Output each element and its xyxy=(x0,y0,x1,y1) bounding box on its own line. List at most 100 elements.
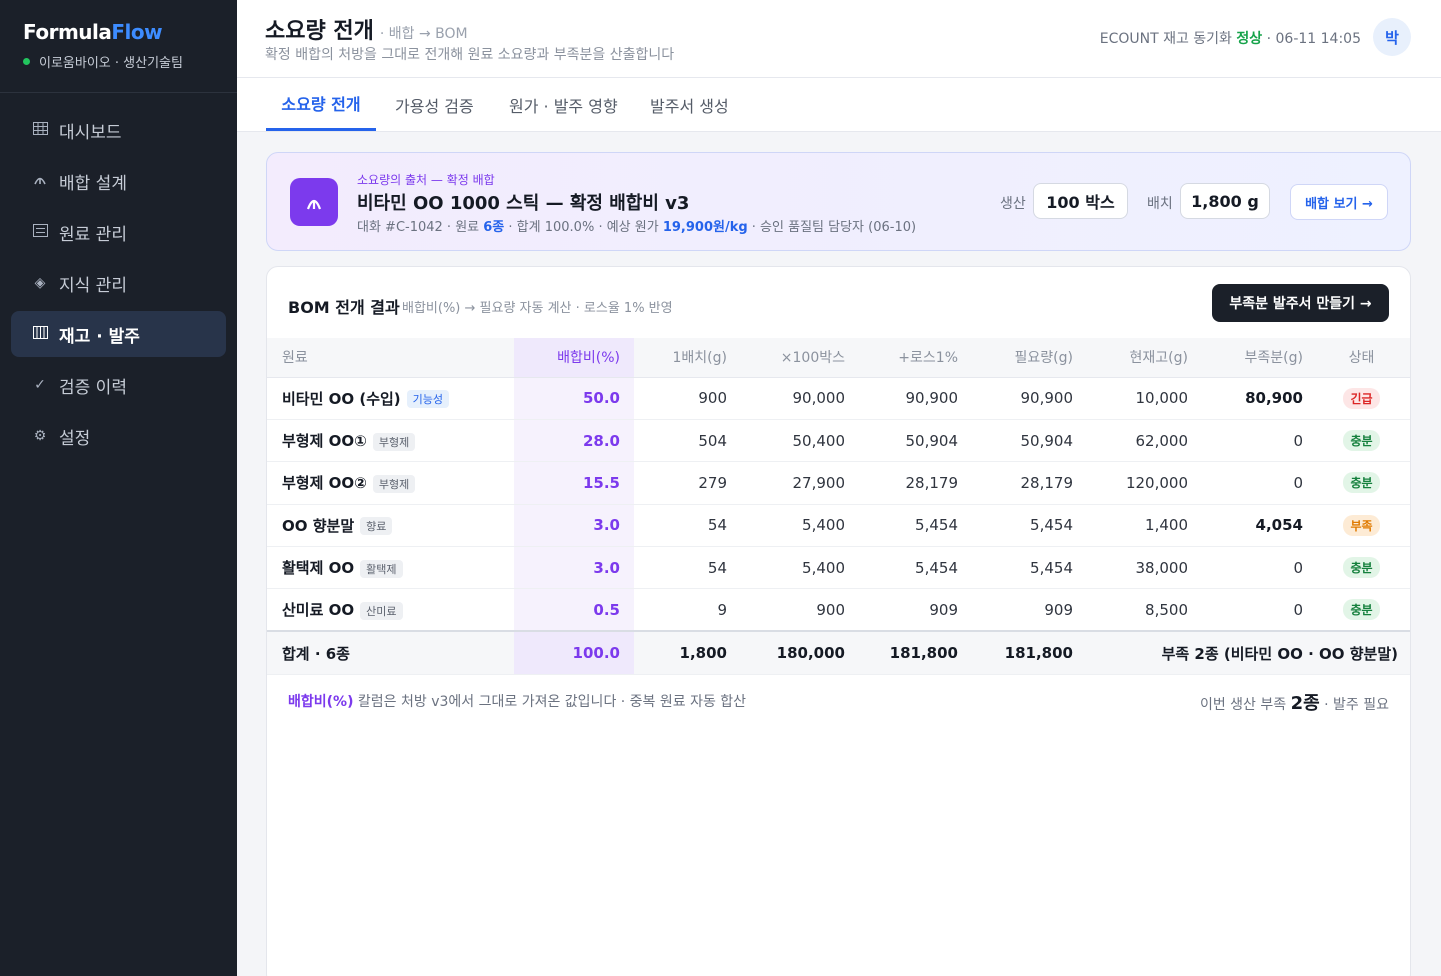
shortage-cell: 0 xyxy=(1196,461,1311,505)
list-icon xyxy=(29,223,51,241)
x100-cell: 27,900 xyxy=(735,461,853,505)
column-header-x100[interactable]: ×100박스 xyxy=(735,338,853,378)
sidebar-item-materials[interactable]: 원료 관리 xyxy=(11,209,226,255)
need-cell: 50,904 xyxy=(966,419,1081,463)
sidebar-item-formula-design[interactable]: 배합 설계 xyxy=(11,158,226,204)
page-title: 소요량 전개 xyxy=(265,19,374,44)
loss-cell: 909 xyxy=(853,588,966,632)
view-formula-button[interactable]: 배합 보기 → xyxy=(1290,184,1388,220)
status-cell: 충분 xyxy=(1311,588,1410,632)
material-category-tag: 기능성 xyxy=(406,390,450,409)
page-header: 소요량 전개 · 배합 → BOM 확정 배합의 처방을 그대로 전개해 원료 … xyxy=(237,0,1441,78)
sidebar-item-label: 재고 · 발주 xyxy=(59,326,140,347)
table-row[interactable]: 비타민 OO (수입) 기능성 50.0 900 90,000 90,900 90,900 1… xyxy=(267,377,1410,420)
table-row[interactable]: 부형제 OO① 부형제 28.0 504 50,400 50,904 50,904 62,00… xyxy=(267,419,1410,463)
ratio-cell: 0.5 xyxy=(514,588,634,632)
sync-status: ECOUNT 재고 동기화 정상 · 06-11 14:05 xyxy=(1099,31,1361,47)
need-cell: 5,454 xyxy=(966,504,1081,548)
status-badge: 충분 xyxy=(1343,430,1380,452)
batch-size-field[interactable]: 1,800 g xyxy=(1180,183,1270,219)
material-name: 활택제 OO xyxy=(282,559,355,578)
sidebar-item-dashboard[interactable]: 대시보드 xyxy=(11,107,226,153)
barcode-icon xyxy=(29,325,51,343)
table-row[interactable]: 부형제 OO② 부형제 15.5 279 27,900 28,179 28,179 120,0… xyxy=(267,461,1410,505)
diamond-icon: ◈ xyxy=(34,275,46,291)
column-header-shortage[interactable]: 부족분(g) xyxy=(1196,338,1311,378)
sidebar-item-label: 대시보드 xyxy=(59,122,122,143)
material-cell: 비타민 OO (수입) 기능성 xyxy=(267,377,514,420)
shortage-cell: 0 xyxy=(1196,546,1311,590)
loss-cell: 50,904 xyxy=(853,419,966,463)
column-header-ratio[interactable]: 배합비(%) xyxy=(514,338,634,378)
column-header-batch[interactable]: 1배치(g) xyxy=(634,338,735,378)
batch-cell: 504 xyxy=(634,419,735,463)
sidebar-item-label: 원료 관리 xyxy=(59,224,127,245)
tab-requirement-explosion[interactable]: 소요량 전개 xyxy=(266,78,376,131)
shortage-summary: 이번 생산 부족 2종 · 발주 필요 xyxy=(1199,693,1389,714)
total-batch: 1,800 xyxy=(634,630,735,675)
create-shortage-po-button[interactable]: 부족분 발주서 만들기 → xyxy=(1212,284,1389,322)
gear-icon: ⚙ xyxy=(33,428,47,444)
total-ratio: 100.0 xyxy=(514,630,634,675)
sidebar: FormulaFlow 이로움바이오 · 생산기술팀 대시보드 배합 설계 원료… xyxy=(0,0,237,976)
tab-cost-order-impact[interactable]: 원가 · 발주 영향 xyxy=(509,78,618,131)
table-row[interactable]: OO 향분말 향료 3.0 54 5,400 5,454 5,454 1,400 4,054 부족 xyxy=(267,504,1410,548)
sidebar-item-knowledge[interactable]: ◈ 지식 관리 xyxy=(11,260,226,306)
column-header-stock[interactable]: 현재고(g) xyxy=(1081,338,1196,378)
sidebar-item-verification-history[interactable]: ✓ 검증 이력 xyxy=(11,362,226,408)
batch-cell: 54 xyxy=(634,504,735,548)
loss-cell: 28,179 xyxy=(853,461,966,505)
status-badge: 충분 xyxy=(1343,599,1380,621)
brand: FormulaFlow 이로움바이오 · 생산기술팀 xyxy=(0,0,237,93)
status-cell: 부족 xyxy=(1311,504,1410,548)
status-cell: 충분 xyxy=(1311,461,1410,505)
column-header-material[interactable]: 원료 xyxy=(267,338,514,378)
stock-cell: 62,000 xyxy=(1081,419,1196,463)
material-category-tag: 부형제 xyxy=(372,432,416,451)
sidebar-item-inventory-order[interactable]: 재고 · 발주 xyxy=(11,311,226,357)
formula-source-panel: 소요량의 출처 — 확정 배합 비타민 OO 1000 스틱 — 확정 배합비 … xyxy=(266,152,1411,251)
sidebar-nav: 대시보드 배합 설계 원료 관리 ◈ 지식 관리 재고 · 발주 ✓ 검증 이력… xyxy=(0,93,237,459)
need-cell: 909 xyxy=(966,588,1081,632)
table-row[interactable]: 산미료 OO 산미료 0.5 9 900 909 909 8,500 0 충분 xyxy=(267,588,1410,632)
table-total-row: 합계 · 6종 100.0 1,800 180,000 181,800 181,… xyxy=(267,630,1410,675)
ratio-cell: 3.0 xyxy=(514,504,634,548)
avatar[interactable]: 박 xyxy=(1373,18,1411,56)
ratio-cell: 15.5 xyxy=(514,461,634,505)
bom-table: 원료 배합비(%) 1배치(g) ×100박스 +로스1% 필요량(g) 현재고… xyxy=(267,338,1410,675)
shortage-cell: 80,900 xyxy=(1196,377,1311,420)
tab-po-generation[interactable]: 발주서 생성 xyxy=(650,78,729,131)
column-header-status[interactable]: 상태 xyxy=(1311,338,1410,378)
material-category-tag: 향료 xyxy=(360,517,393,536)
ratio-cell: 50.0 xyxy=(514,377,634,420)
production-quantity-field[interactable]: 100 박스 xyxy=(1033,183,1128,219)
check-icon: ✓ xyxy=(34,377,46,393)
online-status-dot xyxy=(23,58,30,65)
material-name: 산미료 OO xyxy=(282,601,355,620)
bom-subtitle: 배합비(%) → 필요량 자동 계산 · 로스율 1% 반영 xyxy=(402,301,673,316)
material-category-tag: 활택제 xyxy=(360,559,403,578)
x100-cell: 5,400 xyxy=(735,504,853,548)
production-label: 생산 xyxy=(1000,196,1026,212)
loss-cell: 5,454 xyxy=(853,504,966,548)
app-logo[interactable]: FormulaFlow xyxy=(23,20,237,44)
total-need: 181,800 xyxy=(966,630,1081,675)
bom-title: BOM 전개 결과 xyxy=(288,298,400,317)
batch-cell: 900 xyxy=(634,377,735,420)
table-row[interactable]: 활택제 OO 활택제 3.0 54 5,400 5,454 5,454 38,000 0 충분 xyxy=(267,546,1410,590)
formula-meta: 대화 #C-1042 · 원료 6종 · 합계 100.0% · 예상 원가 1… xyxy=(357,220,917,235)
stock-cell: 1,400 xyxy=(1081,504,1196,548)
need-cell: 28,179 xyxy=(966,461,1081,505)
status-badge: 충분 xyxy=(1343,557,1380,579)
tab-bar: 소요량 전개 가용성 검증 원가 · 발주 영향 발주서 생성 xyxy=(237,78,1441,132)
status-cell: 긴급 xyxy=(1311,377,1410,420)
column-header-need[interactable]: 필요량(g) xyxy=(966,338,1081,378)
batch-cell: 9 xyxy=(634,588,735,632)
tab-availability-check[interactable]: 가용성 검증 xyxy=(395,78,474,131)
sidebar-item-settings[interactable]: ⚙ 설정 xyxy=(11,413,226,459)
shortage-cell: 4,054 xyxy=(1196,504,1311,548)
status-badge: 충분 xyxy=(1343,472,1380,494)
column-header-loss[interactable]: +로스1% xyxy=(853,338,966,378)
sidebar-item-label: 검증 이력 xyxy=(59,377,127,398)
flask-icon xyxy=(290,178,338,226)
